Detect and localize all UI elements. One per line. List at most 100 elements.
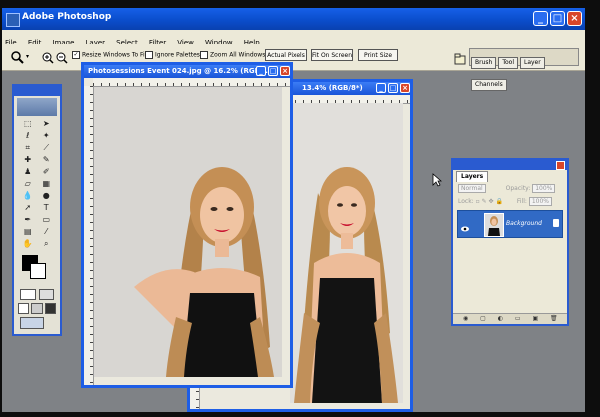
screen-mode-buttons	[14, 303, 60, 314]
path-selection-tool-icon[interactable]: ➚	[19, 202, 37, 213]
quick-mask-mode-icon[interactable]	[38, 289, 54, 300]
doc2-canvas[interactable]	[290, 103, 403, 403]
doc1-close-button[interactable]: ×	[280, 66, 290, 76]
tool-grid: ⬚ ➤ ℓ ✦ ⌗ ⟋ ✚ ✎ ♟ ✐ ▱ ▦ 💧 ● ➚ T ✒ ▭ ▤ ⁄	[14, 118, 60, 249]
shape-tool-icon[interactable]: ▭	[38, 214, 56, 225]
jump-to-imageready-icon[interactable]	[14, 314, 60, 332]
toolbox-header[interactable]	[14, 86, 60, 96]
standard-screen-mode-icon[interactable]	[18, 303, 30, 314]
clone-stamp-tool-icon[interactable]: ♟	[19, 166, 37, 177]
resize-windows-checkbox[interactable]: ✓ Resize Windows To Fit	[72, 51, 147, 59]
blend-mode-row: Normal Opacity: 100%	[458, 184, 556, 193]
fit-on-screen-button[interactable]: Fit On Screen	[311, 49, 353, 61]
color-swatches	[14, 253, 60, 287]
lasso-tool-icon[interactable]: ℓ	[19, 130, 37, 141]
checkbox-icon	[200, 51, 208, 59]
layer-lock-icon	[553, 219, 559, 227]
opacity-input[interactable]: 100%	[532, 184, 556, 193]
doc1-maximize-button[interactable]: □	[268, 66, 278, 76]
mask-mode-buttons	[14, 289, 60, 300]
marquee-tool-icon[interactable]: ⬚	[19, 118, 37, 129]
type-tool-icon[interactable]: T	[38, 202, 56, 213]
palette-well: Brush Tool Layer Channels	[469, 48, 579, 91]
pen-tool-icon[interactable]: ✒	[19, 214, 37, 225]
palette-well-brush-tab[interactable]: Brush	[471, 57, 497, 69]
layer-thumbnail	[484, 213, 504, 237]
doc1-canvas[interactable]	[94, 87, 282, 377]
portrait-photo-2	[290, 103, 403, 403]
full-screen-mode-icon[interactable]	[44, 303, 56, 314]
menu-bar: File Edit Image Layer Select Filter View…	[2, 30, 585, 47]
portrait-photo-1	[94, 87, 282, 377]
palette-well-layer-tab[interactable]: Layer	[519, 57, 545, 69]
tool-preset-arrow-icon[interactable]: ▾	[26, 53, 29, 60]
eraser-tool-icon[interactable]: ▱	[19, 178, 37, 189]
crop-tool-icon[interactable]: ⌗	[19, 142, 37, 153]
doc1-horizontal-ruler[interactable]	[93, 78, 290, 87]
maximize-button[interactable]: □	[550, 11, 565, 26]
lock-row: Lock: ▫ ✎ ✥ 🔒 Fill: 100%	[458, 197, 552, 206]
doc2-close-button[interactable]: ×	[400, 83, 410, 93]
photoshop-window: Adobe Photoshop _ □ × File Edit Image La…	[2, 8, 585, 412]
history-brush-tool-icon[interactable]: ✐	[38, 166, 56, 177]
file-browser-icon[interactable]	[454, 50, 466, 65]
layer-name[interactable]: Background	[506, 220, 542, 227]
zoom-all-windows-checkbox[interactable]: Zoom All Windows	[200, 51, 265, 59]
title-bar: Adobe Photoshop _ □ ×	[2, 8, 585, 30]
gradient-tool-icon[interactable]: ▦	[38, 178, 56, 189]
layers-palette: Layers Normal Opacity: 100% Lock: ▫ ✎ ✥ …	[451, 158, 569, 326]
palette-well-channels-tab[interactable]: Channels	[471, 79, 507, 91]
ignore-palettes-checkbox[interactable]: Ignore Palettes	[145, 51, 200, 59]
close-button[interactable]: ×	[567, 11, 582, 26]
fill-label: Fill:	[516, 198, 527, 205]
lock-label: Lock:	[458, 198, 474, 205]
mouse-cursor-icon	[432, 172, 443, 187]
doc2-maximize-button[interactable]: □	[388, 83, 398, 93]
app-title: Adobe Photoshop	[22, 12, 112, 22]
layers-palette-header[interactable]	[453, 160, 567, 170]
doc1-minimize-button[interactable]: _	[256, 66, 266, 76]
zoom-in-icon[interactable]	[42, 49, 54, 64]
photoshop-app-icon	[6, 13, 20, 27]
print-size-button[interactable]: Print Size	[358, 49, 398, 61]
brush-tool-icon[interactable]: ✎	[38, 154, 56, 165]
zoom-tool-icon[interactable]: ⌕	[38, 238, 56, 249]
doc2-minimize-button[interactable]: _	[376, 83, 386, 93]
blend-mode-select[interactable]: Normal	[458, 184, 486, 193]
actual-pixels-button[interactable]: Actual Pixels	[265, 49, 307, 61]
notes-tool-icon[interactable]: ▤	[19, 226, 37, 237]
layers-close-icon[interactable]	[556, 161, 565, 170]
fill-input[interactable]: 100%	[528, 197, 552, 206]
visibility-eye-icon[interactable]	[460, 219, 470, 232]
minimize-button[interactable]: _	[533, 11, 548, 26]
checkbox-icon	[145, 51, 153, 59]
background-color-swatch[interactable]	[30, 263, 46, 279]
resize-windows-label: Resize Windows To Fit	[82, 51, 148, 59]
document-title-1-text: Photosessions Event 024.jpg @ 16.2% (RGB…	[88, 67, 268, 75]
layers-tab[interactable]: Layers	[456, 171, 489, 182]
zoom-out-icon[interactable]	[56, 49, 68, 64]
standard-mode-icon[interactable]	[20, 289, 36, 300]
document-window-1[interactable]: Photosessions Event 024.jpg @ 16.2% (RGB…	[81, 62, 293, 388]
full-screen-menu-mode-icon[interactable]	[31, 303, 43, 314]
layers-footer-buttons[interactable]: ◉ ▢ ◐ ▭ ▣ 🗑	[463, 315, 563, 322]
magic-wand-tool-icon[interactable]: ✦	[38, 130, 56, 141]
zoom-all-windows-label: Zoom All Windows	[210, 51, 266, 59]
slice-tool-icon[interactable]: ⟋	[38, 142, 56, 153]
palette-well-tool-tab[interactable]: Tool	[498, 57, 518, 69]
healing-brush-tool-icon[interactable]: ✚	[19, 154, 37, 165]
ignore-palettes-label: Ignore Palettes	[155, 51, 200, 59]
dodge-tool-icon[interactable]: ●	[38, 190, 56, 201]
eyedropper-tool-icon[interactable]: ⁄	[38, 226, 56, 237]
move-tool-icon[interactable]: ➤	[38, 118, 56, 129]
layers-footer: ◉ ▢ ◐ ▭ ▣ 🗑	[453, 313, 567, 324]
photoshop-feather-logo[interactable]	[17, 98, 57, 116]
blur-tool-icon[interactable]: 💧	[19, 190, 37, 201]
hand-tool-icon[interactable]: ✋	[19, 238, 37, 249]
opacity-label: Opacity:	[505, 185, 531, 192]
lock-icons[interactable]: ▫ ✎ ✥ 🔒	[476, 198, 503, 205]
doc1-vertical-ruler[interactable]	[84, 86, 94, 385]
zoom-tool-icon[interactable]	[10, 49, 24, 64]
layer-row-background[interactable]: Background	[457, 210, 563, 238]
monitor-screen: Adobe Photoshop _ □ × File Edit Image La…	[0, 0, 600, 417]
